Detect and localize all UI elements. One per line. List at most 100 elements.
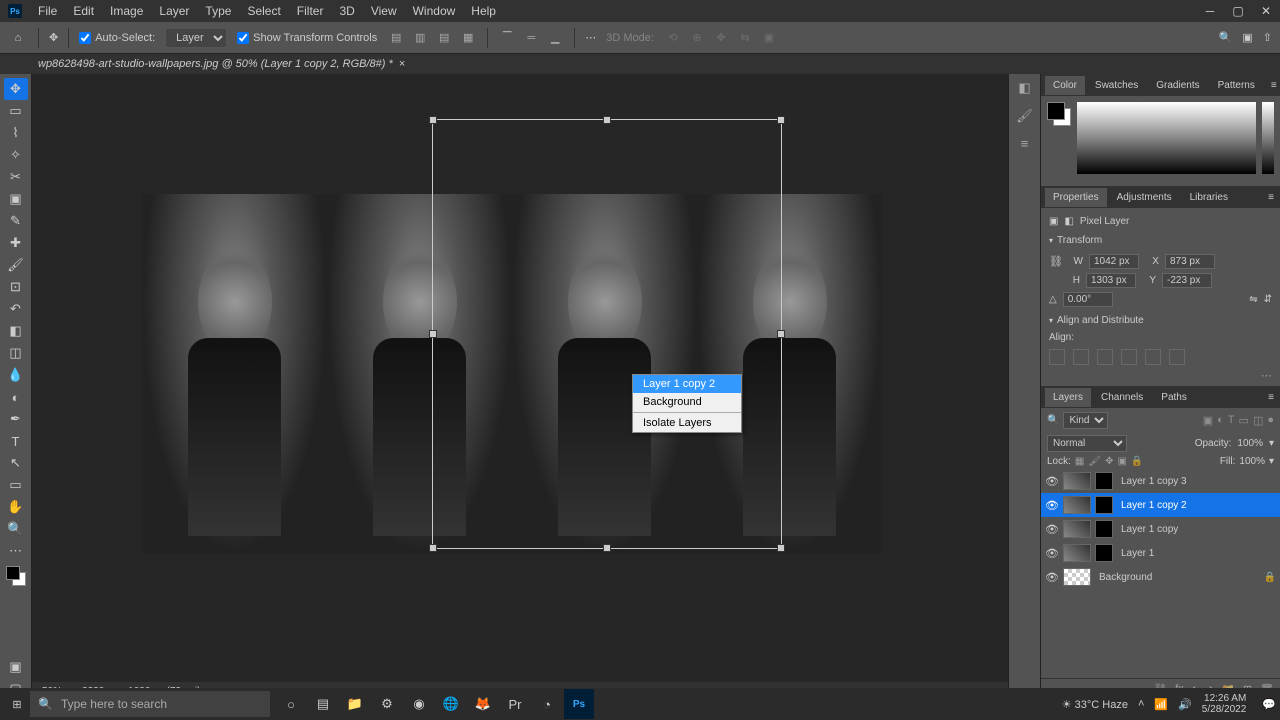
lock-position-icon[interactable]: ✥ (1105, 456, 1113, 467)
blend-mode-select[interactable]: Normal (1047, 435, 1127, 452)
shape-tool[interactable]: ▭ (4, 474, 28, 496)
visibility-icon[interactable]: 👁 (1045, 571, 1059, 584)
menu-type[interactable]: Type (197, 1, 239, 21)
adjustments-icon[interactable]: ≡ (1021, 136, 1029, 151)
more-align-icon[interactable]: ⋯ (1049, 369, 1272, 382)
healing-tool[interactable]: ✚ (4, 232, 28, 254)
align-section[interactable]: Align and Distribute (1049, 311, 1272, 330)
layer-row[interactable]: 👁 Layer 1 (1041, 541, 1280, 565)
visibility-icon[interactable]: 👁 (1045, 547, 1059, 560)
link-wh-icon[interactable]: ⛓ (1049, 255, 1063, 268)
flip-h-icon[interactable]: ⇋ (1249, 294, 1257, 305)
filter-shape-icon[interactable]: ▭ (1239, 414, 1249, 427)
tab-paths[interactable]: Paths (1153, 388, 1195, 407)
flip-v-icon[interactable]: ⇵ (1264, 294, 1272, 305)
context-item-background[interactable]: Background (633, 393, 741, 411)
tab-libraries[interactable]: Libraries (1182, 188, 1236, 207)
brush-tool[interactable]: 🖌 (4, 254, 28, 276)
panel-menu-icon[interactable]: ≡ (1265, 80, 1280, 91)
align-left-icon[interactable]: ▤ (387, 29, 405, 47)
align-v-centers-icon[interactable] (1145, 349, 1161, 365)
zoom-tool[interactable]: 🔍 (4, 518, 28, 540)
minimize-icon[interactable]: ─ (1196, 0, 1224, 22)
stamp-tool[interactable]: ⊡ (4, 276, 28, 298)
tab-patterns[interactable]: Patterns (1210, 76, 1263, 95)
auto-select-checkbox[interactable]: Auto-Select: (79, 32, 155, 44)
height-input[interactable] (1086, 273, 1136, 288)
layer-thumbnail[interactable] (1063, 496, 1091, 514)
photoshop-icon[interactable]: Ps (564, 689, 594, 719)
eraser-tool[interactable]: ◧ (4, 320, 28, 342)
fill-value[interactable]: 100% (1239, 456, 1265, 467)
edge-icon[interactable]: 🌐 (436, 689, 466, 719)
path-select-tool[interactable]: ↖ (4, 452, 28, 474)
dodge-tool[interactable]: ◐ (4, 386, 28, 408)
lock-transparency-icon[interactable]: ▦ (1075, 456, 1084, 467)
layer-mask-thumbnail[interactable] (1095, 496, 1113, 514)
filter-kind-select[interactable]: Kind (1063, 412, 1108, 429)
layer-thumbnail[interactable] (1063, 568, 1091, 586)
magic-wand-tool[interactable]: ✧ (4, 144, 28, 166)
lock-paint-icon[interactable]: 🖌 (1088, 456, 1101, 467)
maximize-icon[interactable]: ▢ (1224, 0, 1252, 22)
type-tool[interactable]: T (4, 430, 28, 452)
menu-select[interactable]: Select (239, 1, 288, 21)
document-tab[interactable]: wp8628498-art-studio-wallpapers.jpg @ 50… (38, 58, 405, 70)
tray-chevron-icon[interactable]: ˄ (1138, 698, 1144, 710)
frame-tool[interactable]: ▣ (4, 188, 28, 210)
marquee-tool[interactable]: ▭ (4, 100, 28, 122)
show-transform-checkbox[interactable]: Show Transform Controls (237, 32, 377, 44)
transform-section[interactable]: Transform (1049, 231, 1272, 250)
visibility-icon[interactable]: 👁 (1045, 475, 1059, 488)
task-view-icon[interactable]: ▤ (308, 689, 338, 719)
color-picker[interactable] (1077, 102, 1256, 174)
weather-widget[interactable]: ☀ 33°C Haze (1062, 698, 1128, 711)
menu-layer[interactable]: Layer (151, 1, 197, 21)
search-icon[interactable]: 🔍 (1219, 31, 1233, 44)
layer-row[interactable]: 👁Layer 1 copy (1041, 517, 1280, 541)
home-icon[interactable]: ⌂ (8, 28, 28, 48)
tab-swatches[interactable]: Swatches (1087, 76, 1146, 95)
layer-name[interactable]: Background (1099, 572, 1152, 583)
history-brush-tool[interactable]: ↶ (4, 298, 28, 320)
layer-row[interactable]: 👁 Layer 1 copy 3 (1041, 469, 1280, 493)
visibility-icon[interactable]: 👁 (1045, 499, 1059, 512)
edit-toolbar-icon[interactable]: ⋯ (4, 540, 28, 562)
align-left-edges-icon[interactable] (1049, 349, 1065, 365)
menu-3d[interactable]: 3D (331, 1, 362, 21)
angle-input[interactable] (1063, 292, 1113, 307)
lock-all-icon[interactable]: 🔒 (1131, 456, 1143, 467)
context-item-layer[interactable]: Layer 1 copy 2 (633, 375, 741, 393)
obs-icon[interactable]: ◔ (532, 689, 562, 719)
filter-toggle-icon[interactable]: ● (1267, 414, 1274, 427)
menu-filter[interactable]: Filter (289, 1, 332, 21)
filter-pixel-icon[interactable]: ▣ (1203, 414, 1213, 427)
panel-menu-icon[interactable]: ≡ (1262, 392, 1280, 403)
share-icon[interactable]: ⇧ (1263, 31, 1272, 44)
tab-layers[interactable]: Layers (1045, 388, 1091, 407)
color-swatch[interactable] (6, 566, 26, 586)
panel-menu-icon[interactable]: ≡ (1262, 192, 1280, 203)
visibility-icon[interactable]: 👁 (1045, 523, 1059, 536)
layer-name[interactable]: Layer 1 (1121, 548, 1154, 559)
taskbar-search[interactable]: 🔍 Type here to search (30, 691, 270, 717)
opacity-value[interactable]: 100% (1237, 438, 1263, 449)
layer-mask-thumbnail[interactable] (1095, 472, 1113, 490)
settings-icon[interactable]: ⚙ (372, 689, 402, 719)
premiere-icon[interactable]: Pr (500, 689, 530, 719)
cortana-icon[interactable]: ○ (276, 689, 306, 719)
wifi-icon[interactable]: 📶 (1154, 698, 1168, 711)
hue-slider[interactable] (1262, 102, 1274, 174)
menu-view[interactable]: View (363, 1, 405, 21)
firefox-icon[interactable]: 🦊 (468, 689, 498, 719)
x-input[interactable] (1165, 254, 1215, 269)
layer-mask-thumbnail[interactable] (1095, 544, 1113, 562)
pen-tool[interactable]: ✒ (4, 408, 28, 430)
start-button[interactable]: ⊞ (4, 691, 30, 717)
brush-settings-icon[interactable]: 🖌 (1016, 108, 1033, 124)
align-bottom-icon[interactable]: ▁ (546, 29, 564, 47)
hand-tool[interactable]: ✋ (4, 496, 28, 518)
layer-name[interactable]: Layer 1 copy 2 (1121, 500, 1187, 511)
crop-tool[interactable]: ✂ (4, 166, 28, 188)
layer-name[interactable]: Layer 1 copy 3 (1121, 476, 1187, 487)
